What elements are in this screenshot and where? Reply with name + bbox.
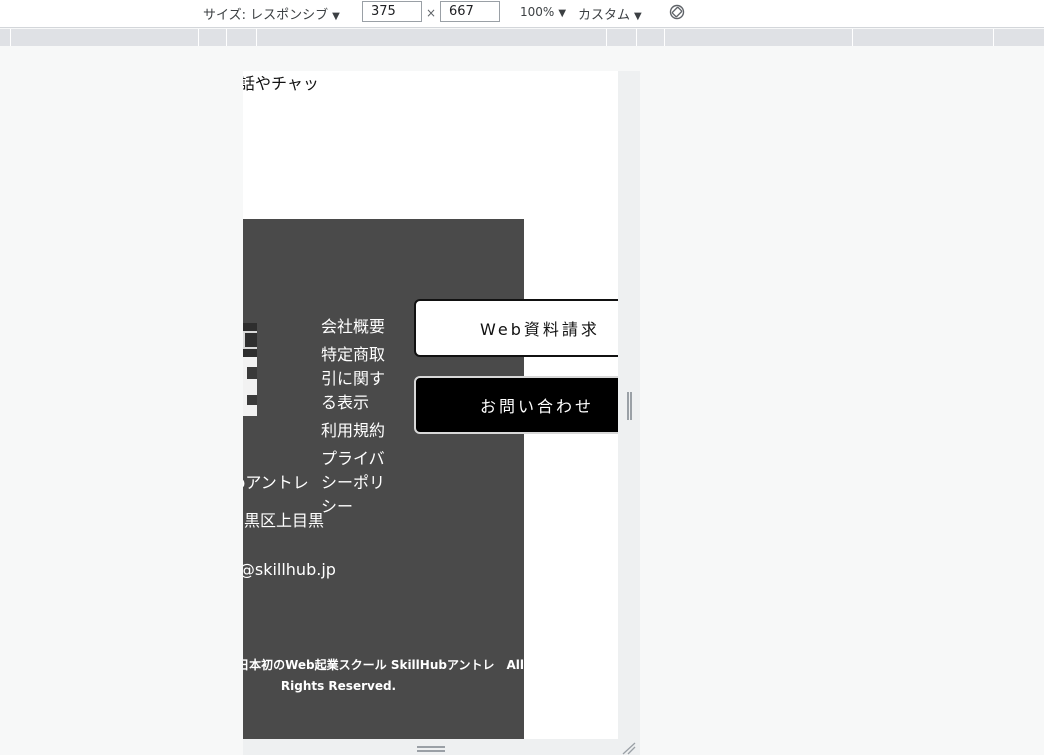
- zoom-label: 100%: [520, 5, 555, 19]
- footer-brand: Hubアントレ: [243, 473, 309, 492]
- footer-nav-privacy[interactable]: プライバシーポリシー: [321, 447, 393, 519]
- truncated-body-text: 話やチャッ: [243, 74, 319, 93]
- width-input[interactable]: [362, 1, 422, 22]
- footer-nav-terms[interactable]: 利用規約: [321, 419, 393, 443]
- ruler-mark[interactable]: [198, 29, 199, 46]
- dimensions-label: サイズ: レスポンシブ: [203, 8, 329, 23]
- media-query-ruler[interactable]: [0, 29, 1044, 46]
- ruler-mark[interactable]: [10, 29, 11, 46]
- ruler-mark[interactable]: [664, 29, 665, 46]
- ruler-mark[interactable]: [606, 29, 607, 46]
- resize-handle-right[interactable]: [627, 392, 632, 420]
- footer-nav-commercial-law[interactable]: 特定商取引に関する表示: [321, 343, 393, 415]
- footer-nav: 会社概要 特定商取引に関する表示 利用規約 プライバシーポリシー: [321, 315, 393, 523]
- chevron-down-icon: ▼: [332, 11, 340, 22]
- copyright-line1: 日本初のWeb起業スクール SkillHubアントレ All: [243, 658, 524, 672]
- footer-address-line1: 目黒区上目黒: [243, 511, 325, 530]
- copyright: 日本初のWeb起業スクール SkillHubアントレ All Rights Re…: [243, 655, 524, 697]
- ruler-mark[interactable]: [852, 29, 853, 46]
- device-toolbar: サイズ: レスポンシブ▼ × 100%▼ カスタム▼: [0, 0, 1044, 28]
- ruler-mark[interactable]: [636, 29, 637, 46]
- footer-logo-image[interactable]: [243, 323, 257, 416]
- ruler-mark[interactable]: [226, 29, 227, 46]
- throttling-dropdown[interactable]: カスタム ▼: [578, 4, 642, 23]
- height-input[interactable]: [440, 1, 500, 22]
- footer-nav-company[interactable]: 会社概要: [321, 315, 393, 339]
- document-request-button[interactable]: Web資料請求: [414, 299, 618, 357]
- chevron-down-icon: ▼: [558, 8, 567, 19]
- copyright-line2: Rights Reserved.: [280, 679, 397, 693]
- resize-corner-icon[interactable]: [620, 741, 636, 755]
- dimensions-dropdown[interactable]: サイズ: レスポンシブ ▼: [203, 4, 340, 23]
- chevron-down-icon: ▼: [634, 11, 642, 22]
- site-footer: Hubアントレ 目黒区上目黒 5 rt@skillhub.jp 会社概要 特定商…: [243, 219, 524, 739]
- footer-email-link[interactable]: rt@skillhub.jp: [243, 560, 336, 579]
- resize-handle-bottom[interactable]: [417, 746, 445, 752]
- throttling-label: カスタム: [578, 8, 631, 23]
- contact-button[interactable]: お問い合わせ: [414, 376, 618, 434]
- times-sign: ×: [426, 6, 437, 20]
- device-viewport: 話やチャッ Hubアントレ 目黒区上目黒 5 rt@skillhub.jp 会社…: [243, 71, 618, 739]
- rotate-icon[interactable]: [668, 3, 686, 21]
- ruler-mark[interactable]: [993, 29, 994, 46]
- zoom-dropdown[interactable]: 100% ▼: [520, 5, 566, 19]
- ruler-mark[interactable]: [256, 29, 257, 46]
